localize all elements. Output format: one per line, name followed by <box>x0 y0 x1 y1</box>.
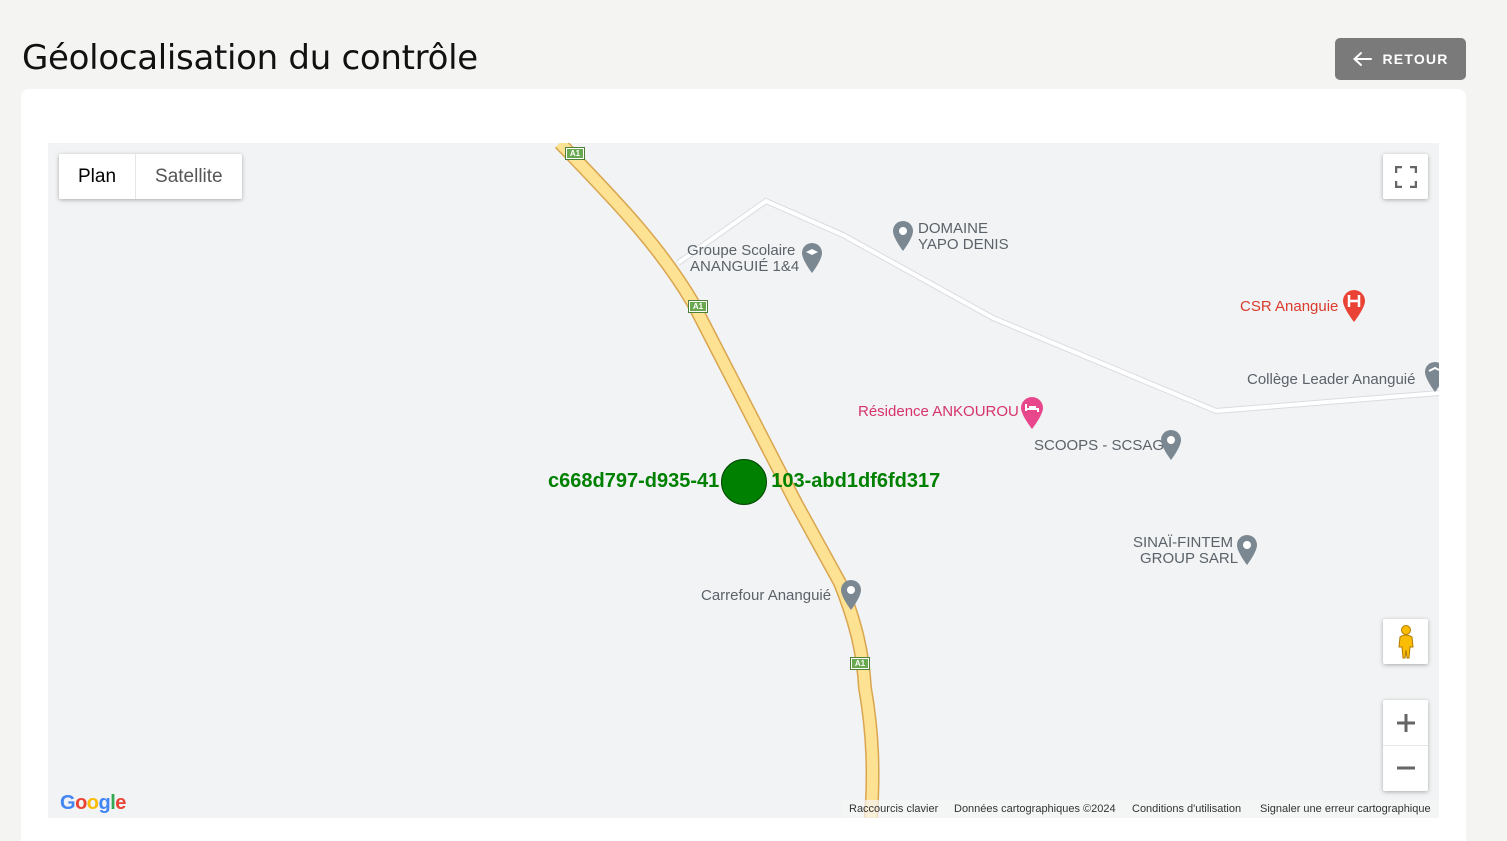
hotel-pin-icon[interactable] <box>1020 396 1044 430</box>
street-view-pegman-button[interactable] <box>1383 619 1428 664</box>
poi-scoops-label[interactable]: SCOOPS - SCSAG <box>1034 438 1164 454</box>
poi-college-label[interactable]: Collège Leader Ananguié <box>1247 372 1415 388</box>
poi-groupe-scolaire-label[interactable]: ANANGUIÉ 1&4 <box>690 259 799 275</box>
keyboard-shortcuts-link[interactable]: Raccourcis clavier <box>849 803 938 815</box>
zoom-in-button[interactable] <box>1383 701 1428 746</box>
map-type-satellite-button[interactable]: Satellite <box>136 154 242 199</box>
location-pin-icon[interactable] <box>1236 534 1258 566</box>
google-logo[interactable]: Google <box>60 792 126 815</box>
arrow-left-icon <box>1353 52 1373 66</box>
road-shield-a1: A1 <box>688 300 708 313</box>
fullscreen-button[interactable] <box>1383 154 1428 199</box>
location-pin-icon[interactable] <box>840 579 862 611</box>
map-type-control: Plan Satellite <box>59 154 242 199</box>
map-data-attribution: Données cartographiques ©2024 <box>954 803 1116 815</box>
zoom-out-button[interactable] <box>1383 746 1428 791</box>
poi-groupe-scolaire-label[interactable]: Groupe Scolaire <box>687 243 795 259</box>
control-marker-label-end: 103-abd1df6fd317 <box>771 470 941 492</box>
location-pin-icon[interactable] <box>892 220 914 252</box>
terms-of-use-link[interactable]: Conditions d'utilisation <box>1132 803 1241 815</box>
poi-residence-label[interactable]: Résidence ANKOUROU <box>858 404 1019 420</box>
control-marker-label-start: c668d797-d935-41 <box>548 470 720 492</box>
school-pin-icon[interactable] <box>801 242 823 274</box>
location-pin-icon[interactable] <box>1160 429 1182 461</box>
poi-domaine-label[interactable]: YAPO DENIS <box>918 237 1009 253</box>
poi-sinai-label[interactable]: SINAÏ-FINTEM <box>1133 535 1233 551</box>
poi-csr-label[interactable]: CSR Ananguie <box>1240 299 1338 315</box>
school-pin-icon[interactable] <box>1424 361 1439 393</box>
minus-icon <box>1396 766 1415 770</box>
road-shield-a1: A1 <box>565 147 585 160</box>
poi-domaine-label[interactable]: DOMAINE <box>918 221 988 237</box>
back-button-label: RETOUR <box>1382 51 1449 67</box>
report-map-error-link[interactable]: Signaler une erreur cartographique <box>1260 803 1431 815</box>
fullscreen-icon <box>1394 165 1417 188</box>
control-location-marker[interactable] <box>721 459 767 505</box>
hospital-pin-icon[interactable] <box>1342 289 1366 323</box>
page-title: Géolocalisation du contrôle <box>22 38 478 78</box>
plus-icon <box>1396 713 1415 732</box>
map-type-plan-button[interactable]: Plan <box>59 154 137 199</box>
poi-carrefour-label[interactable]: Carrefour Ananguié <box>701 588 831 604</box>
back-button[interactable]: RETOUR <box>1335 38 1466 80</box>
pegman-icon <box>1397 624 1414 658</box>
poi-sinai-label[interactable]: GROUP SARL <box>1140 551 1238 567</box>
zoom-control <box>1383 700 1428 791</box>
road-shield-a1: A1 <box>850 657 870 670</box>
